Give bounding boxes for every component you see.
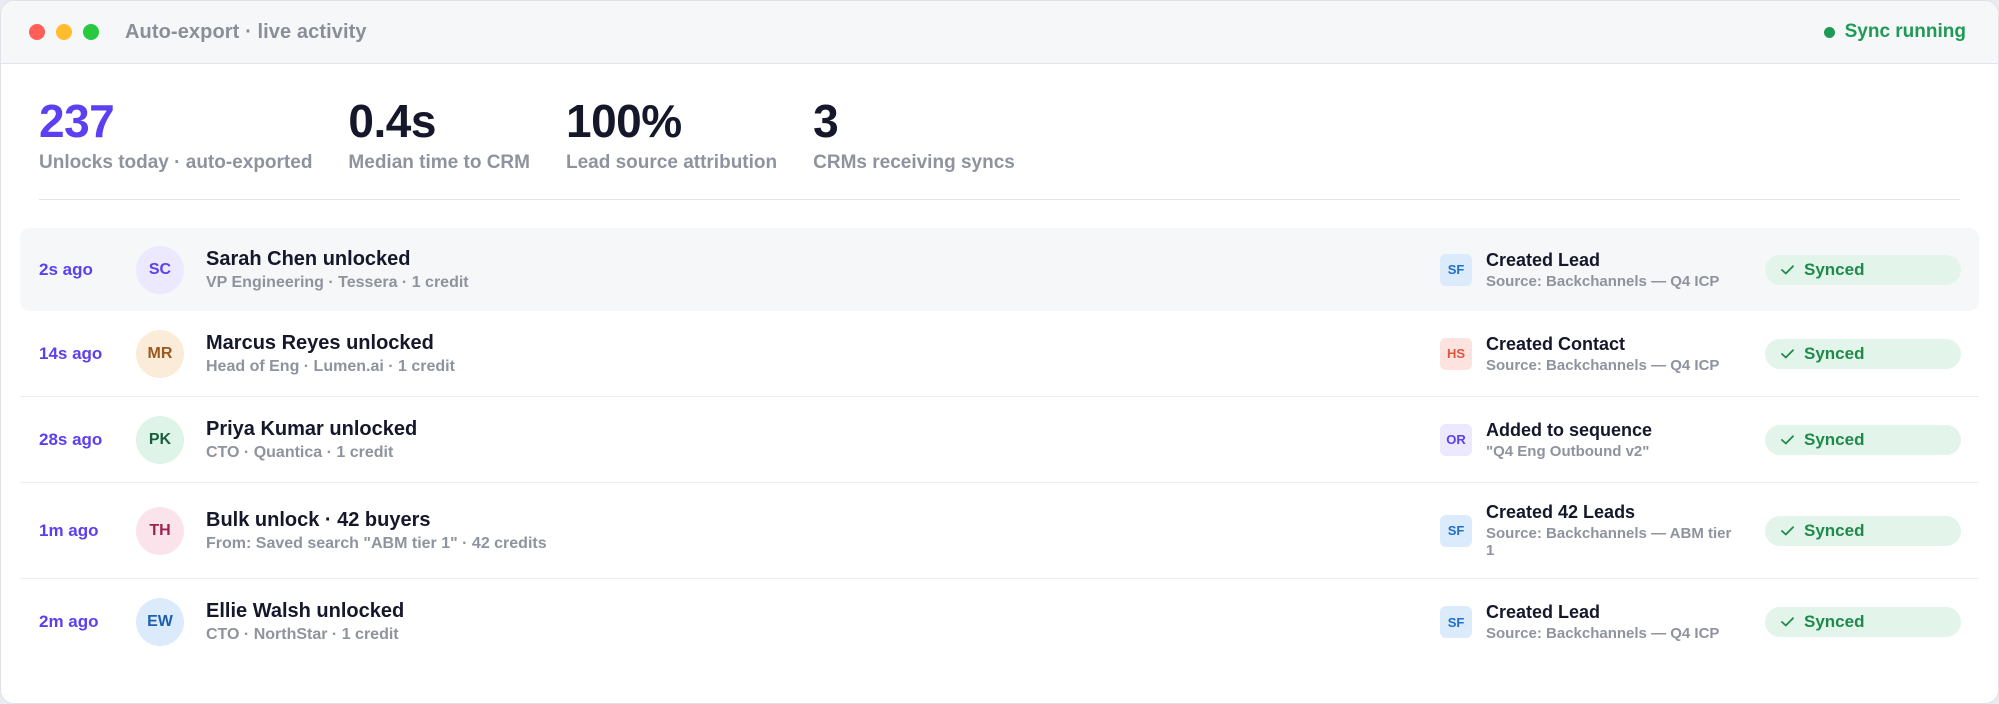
crm-logo-icon: SF — [1440, 606, 1472, 638]
crm-action: OR Added to sequence "Q4 Eng Outbound v2… — [1440, 420, 1765, 460]
person-info: Ellie Walsh unlocked CTO · NorthStar · 1… — [206, 600, 1440, 644]
checkmark-icon — [1781, 617, 1794, 627]
crm-logo-icon: SF — [1440, 253, 1472, 286]
action-title: Created Lead — [1486, 602, 1601, 622]
person-name: Bulk unlock · 42 buyers — [206, 508, 431, 531]
synced-label: Synced — [1804, 259, 1865, 279]
action-title: Created Lead — [1486, 249, 1601, 270]
person-meta: From: Saved search "ABM tier 1" · 42 cre… — [206, 534, 547, 552]
stat-value: 0.4s — [348, 95, 436, 147]
person-info: Marcus Reyes unlocked Head of Eng · Lume… — [206, 332, 1440, 376]
crm-action: SF Created 42 Leads Source: Backchannels… — [1440, 502, 1765, 559]
crm-action: SF Created Lead Source: Backchannels — Q… — [1440, 602, 1765, 642]
person-meta: CTO · Quantica · 1 credit — [206, 443, 394, 461]
stat-label: CRMs receiving syncs — [813, 152, 1015, 173]
action-source: "Q4 Eng Outbound v2" — [1486, 442, 1650, 460]
crm-action: SF Created Lead Source: Backchannels — Q… — [1440, 250, 1765, 290]
activity-time: 28s ago — [39, 429, 103, 449]
activity-row[interactable]: 28s ago PK Priya Kumar unlocked CTO · Qu… — [20, 397, 1979, 483]
activity-time: 2m ago — [39, 612, 99, 631]
crm-logo-icon: SF — [1440, 514, 1472, 547]
person-info: Priya Kumar unlocked CTO · Quantica · 1 … — [206, 418, 1440, 462]
activity-row[interactable]: 1m ago TH Bulk unlock · 42 buyers From: … — [20, 483, 1979, 579]
app-window: Auto-export · live activity Sync running… — [0, 0, 1999, 704]
stat-label: Median time to CRM — [348, 152, 530, 173]
stat-label: Unlocks today · auto-exported — [39, 152, 313, 173]
activity-time: 14s ago — [39, 343, 103, 363]
stat-value: 100% — [565, 95, 682, 147]
minimize-window-button[interactable] — [56, 24, 72, 40]
title-bar: Auto-export · live activity Sync running — [1, 1, 1998, 64]
avatar: PK — [136, 415, 184, 464]
stat-crms: 3 CRMs receiving syncs — [813, 64, 1015, 174]
stat-value: 3 — [813, 95, 839, 147]
synced-label: Synced — [1804, 520, 1865, 540]
synced-badge: Synced — [1765, 515, 1961, 546]
synced-badge: Synced — [1765, 338, 1961, 369]
person-info: Sarah Chen unlocked VP Engineering · Tes… — [206, 248, 1440, 292]
action-source: Source: Backchannels — ABM tier 1 — [1486, 525, 1732, 559]
action-source: Source: Backchannels — Q4 ICP — [1486, 625, 1720, 642]
synced-label: Synced — [1804, 612, 1865, 631]
person-name: Sarah Chen unlocked — [206, 247, 411, 270]
person-name: Priya Kumar unlocked — [206, 417, 418, 440]
sync-status-label: Sync running — [1844, 21, 1966, 42]
action-title: Created Contact — [1486, 333, 1626, 354]
checkmark-icon — [1781, 264, 1794, 274]
avatar: SC — [136, 245, 184, 294]
person-meta: VP Engineering · Tessera · 1 credit — [206, 273, 469, 291]
maximize-window-button[interactable] — [83, 24, 99, 40]
stat-value: 237 — [39, 95, 115, 147]
crm-logo-icon: OR — [1440, 423, 1472, 456]
close-window-button[interactable] — [29, 24, 45, 40]
synced-label: Synced — [1804, 343, 1865, 363]
activity-row[interactable]: 14s ago MR Marcus Reyes unlocked Head of… — [20, 311, 1979, 397]
action-source: Source: Backchannels — Q4 ICP — [1486, 272, 1720, 290]
action-source: Source: Backchannels — Q4 ICP — [1486, 356, 1720, 374]
stat-label: Lead source attribution — [565, 152, 778, 173]
window-controls — [29, 24, 99, 40]
action-title: Created 42 Leads — [1486, 502, 1636, 522]
synced-label: Synced — [1804, 429, 1865, 449]
synced-badge: Synced — [1765, 424, 1961, 455]
checkmark-icon — [1781, 348, 1794, 358]
window-title: Auto-export · live activity — [125, 20, 367, 43]
activity-time: 1m ago — [39, 520, 99, 540]
sync-status: Sync running — [1823, 21, 1970, 43]
activity-row[interactable]: 2s ago SC Sarah Chen unlocked VP Enginee… — [20, 228, 1979, 311]
action-title: Added to sequence — [1486, 419, 1653, 440]
checkmark-icon — [1781, 525, 1794, 535]
synced-badge: Synced — [1765, 607, 1961, 637]
avatar: MR — [136, 329, 184, 378]
crm-action: HS Created Contact Source: Backchannels … — [1440, 334, 1765, 374]
person-info: Bulk unlock · 42 buyers From: Saved sear… — [206, 509, 1440, 553]
person-meta: CTO · NorthStar · 1 credit — [206, 626, 399, 643]
status-dot-icon — [1823, 26, 1835, 38]
avatar: TH — [136, 506, 184, 555]
crm-logo-icon: HS — [1440, 337, 1472, 370]
stat-median-time: 0.4s Median time to CRM — [348, 64, 530, 174]
person-meta: Head of Eng · Lumen.ai · 1 credit — [206, 357, 455, 375]
stat-attribution: 100% Lead source attribution — [566, 64, 777, 174]
stat-unlocks: 237 Unlocks today · auto-exported — [39, 64, 312, 174]
person-name: Ellie Walsh unlocked — [206, 600, 405, 622]
person-name: Marcus Reyes unlocked — [206, 331, 434, 354]
checkmark-icon — [1781, 434, 1794, 444]
activity-list: 2s ago SC Sarah Chen unlocked VP Enginee… — [1, 200, 1998, 665]
avatar: EW — [136, 598, 184, 646]
activity-time: 2s ago — [39, 259, 93, 279]
synced-badge: Synced — [1765, 254, 1961, 285]
activity-row[interactable]: 2m ago EW Ellie Walsh unlocked CTO · Nor… — [20, 579, 1979, 665]
stats-bar: 237 Unlocks today · auto-exported 0.4s M… — [1, 64, 1998, 199]
